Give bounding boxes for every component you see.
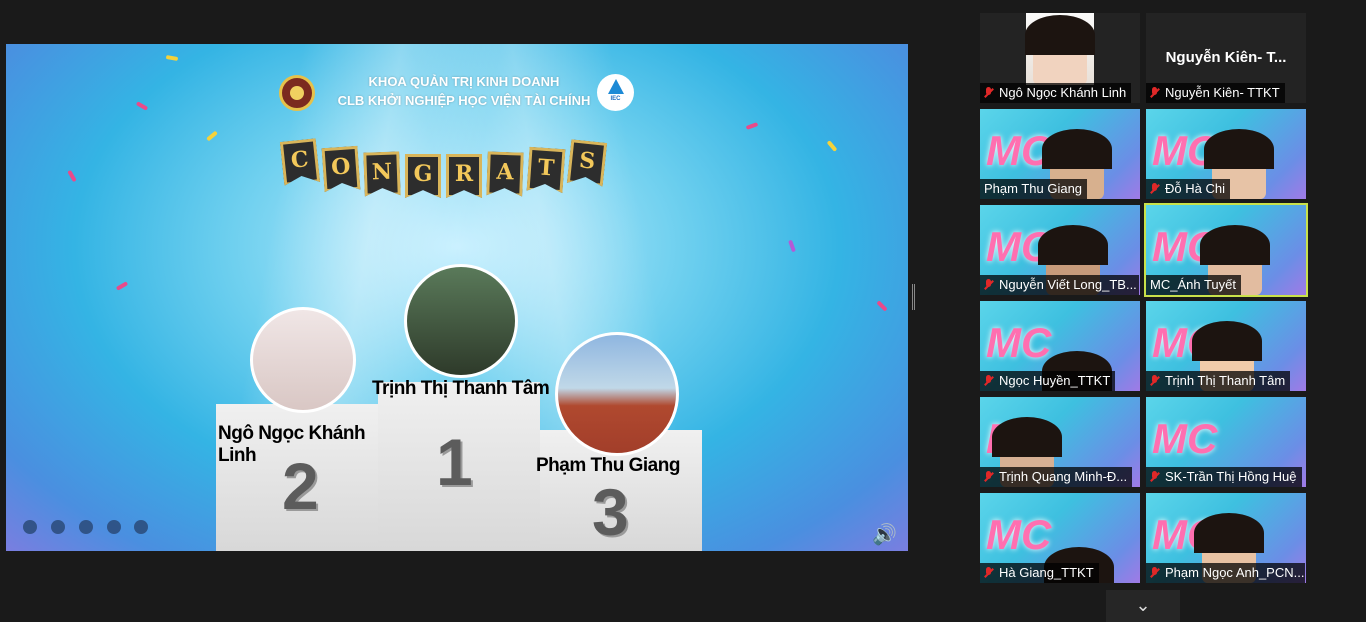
confetti [876, 300, 888, 312]
participant-label: SK-Trần Thị Hồng Huệ [1146, 467, 1302, 487]
chevron-down-icon: ⌄ [1135, 595, 1151, 615]
mic-muted-icon [984, 375, 993, 386]
participant-label: Phạm Ngọc Anh_PCN... [1146, 563, 1305, 583]
next-icon[interactable] [51, 520, 65, 534]
slide-header: KHOA QUẢN TRỊ KINH DOANH CLB KHỞI NGHIỆP… [334, 72, 594, 110]
participant-tile[interactable]: MC SK-Trần Thị Hồng Huệ [1146, 397, 1306, 487]
participant-name-display: Nguyễn Kiên- T... [1165, 49, 1287, 66]
banner-flag: S [567, 139, 607, 187]
confetti [115, 281, 129, 291]
panel-resize-handle[interactable] [912, 284, 915, 310]
banner-flag: N [363, 151, 401, 196]
participant-label: Nguyễn Viết Long_TB... [980, 275, 1139, 295]
participant-tile[interactable]: MC Hà Giang_TTKT [980, 493, 1140, 583]
mic-muted-icon [1150, 87, 1159, 98]
participant-tile[interactable]: MC Ngọc Huyền_TTKT [980, 301, 1140, 391]
participant-name: Hà Giang_TTKT [999, 565, 1094, 580]
participant-video [1025, 13, 1095, 85]
participant-label: Trịnh Thị Thanh Tâm [1146, 371, 1291, 391]
header-line-2: CLB KHỞI NGHIỆP HỌC VIỆN TÀI CHÍNH [337, 93, 591, 108]
banner-flag: O [322, 146, 361, 192]
participant-tile[interactable]: MC Đỗ Hà Chi [1146, 109, 1306, 199]
confetti [788, 239, 796, 253]
shared-screen: KHOA QUẢN TRỊ KINH DOANH CLB KHỞI NGHIỆP… [6, 44, 908, 551]
participant-label: Đỗ Hà Chi [1146, 179, 1230, 199]
participant-label: MC_Ánh Tuyết [1146, 275, 1241, 295]
confetti [165, 54, 179, 62]
speaker-icon[interactable]: 🔊 [872, 522, 897, 547]
participant-label: Trịnh Quang Minh-Đ... [980, 467, 1133, 487]
more-icon[interactable] [134, 520, 148, 534]
participant-name: Trịnh Quang Minh-Đ... [999, 469, 1128, 484]
participant-tile[interactable]: MC Phạm Thu Giang [980, 109, 1140, 199]
mic-muted-icon [984, 87, 993, 98]
participant-name: Phạm Thu Giang [984, 181, 1083, 196]
participant-label: Hà Giang_TTKT [980, 563, 1099, 583]
banner-flag: R [446, 154, 482, 198]
background-mc-text: MC [986, 511, 1052, 558]
mic-muted-icon [1150, 567, 1159, 578]
rank-number: 1 [436, 425, 473, 499]
mic-muted-icon [1150, 375, 1159, 386]
mic-muted-icon [984, 279, 993, 290]
participant-name: Đỗ Hà Chi [1165, 181, 1225, 196]
confetti [67, 169, 77, 183]
participant-label: Nguyễn Kiên- TTKT [1146, 83, 1285, 103]
participant-person [1025, 15, 1095, 85]
participant-tile[interactable]: MC Trịnh Quang Minh-Đ... [980, 397, 1140, 487]
winner-name-first: Trịnh Thị Thanh Tâm [372, 378, 550, 399]
rank-number: 3 [592, 475, 629, 549]
show-more-participants-button[interactable]: ⌄ [1106, 590, 1180, 622]
confetti [826, 140, 838, 152]
background-mc-text: MC [1152, 415, 1218, 462]
winner-photo-second [250, 307, 356, 413]
participant-tile[interactable]: Ngô Ngọc Khánh Linh [980, 13, 1140, 103]
participant-name: Nguyễn Viết Long_TB... [999, 277, 1137, 292]
participant-tile[interactable]: MC Phạm Ngọc Anh_PCN... [1146, 493, 1306, 583]
banner-flag: G [405, 154, 441, 198]
confetti [745, 122, 759, 130]
faculty-logo [279, 75, 315, 111]
participant-tile[interactable]: Nguyễn Kiên- T... Nguyễn Kiên- TTKT [1146, 13, 1306, 103]
participant-label: Ngô Ngọc Khánh Linh [980, 83, 1132, 103]
participant-name: MC_Ánh Tuyết [1150, 277, 1236, 292]
participant-name: SK-Trần Thị Hồng Huệ [1165, 469, 1297, 484]
participant-tile-active-speaker[interactable]: MC MC_Ánh Tuyết [1144, 203, 1308, 297]
participant-tile[interactable]: MC Trịnh Thị Thanh Tâm [1146, 301, 1306, 391]
banner-flag: T [527, 147, 566, 193]
winner-photo-third [555, 332, 679, 456]
banner-flag: C [280, 138, 320, 186]
participant-name: Ngô Ngọc Khánh Linh [999, 85, 1127, 100]
participant-tile[interactable]: MC Nguyễn Viết Long_TB... [980, 205, 1140, 295]
participant-label: Phạm Thu Giang [980, 179, 1088, 199]
pen-icon[interactable] [79, 520, 93, 534]
mic-muted-icon [1150, 471, 1159, 482]
participant-name: Ngọc Huyền_TTKT [999, 373, 1111, 388]
participant-name: Nguyễn Kiên- TTKT [1165, 85, 1280, 100]
winner-name-second: Ngô Ngọc Khánh Linh [218, 423, 366, 466]
banner-flag: A [486, 151, 524, 196]
confetti [135, 101, 149, 111]
iec-logo-text: IEC [610, 96, 621, 102]
participant-label: Ngọc Huyền_TTKT [980, 371, 1116, 391]
prev-icon[interactable] [23, 520, 37, 534]
background-mc-text: MC [986, 319, 1052, 366]
mic-muted-icon [984, 567, 993, 578]
winner-photo-first [404, 264, 518, 378]
winner-name-third: Phạm Thu Giang [536, 455, 680, 476]
header-line-1: KHOA QUẢN TRỊ KINH DOANH [368, 74, 560, 89]
mic-muted-icon [1150, 183, 1159, 194]
participant-name: Trịnh Thị Thanh Tâm [1165, 373, 1286, 388]
participant-name: Phạm Ngọc Anh_PCN... [1165, 565, 1305, 580]
confetti [206, 130, 218, 142]
zoom-icon[interactable] [107, 520, 121, 534]
iec-logo: IEC [597, 74, 634, 111]
mic-muted-icon [984, 471, 993, 482]
